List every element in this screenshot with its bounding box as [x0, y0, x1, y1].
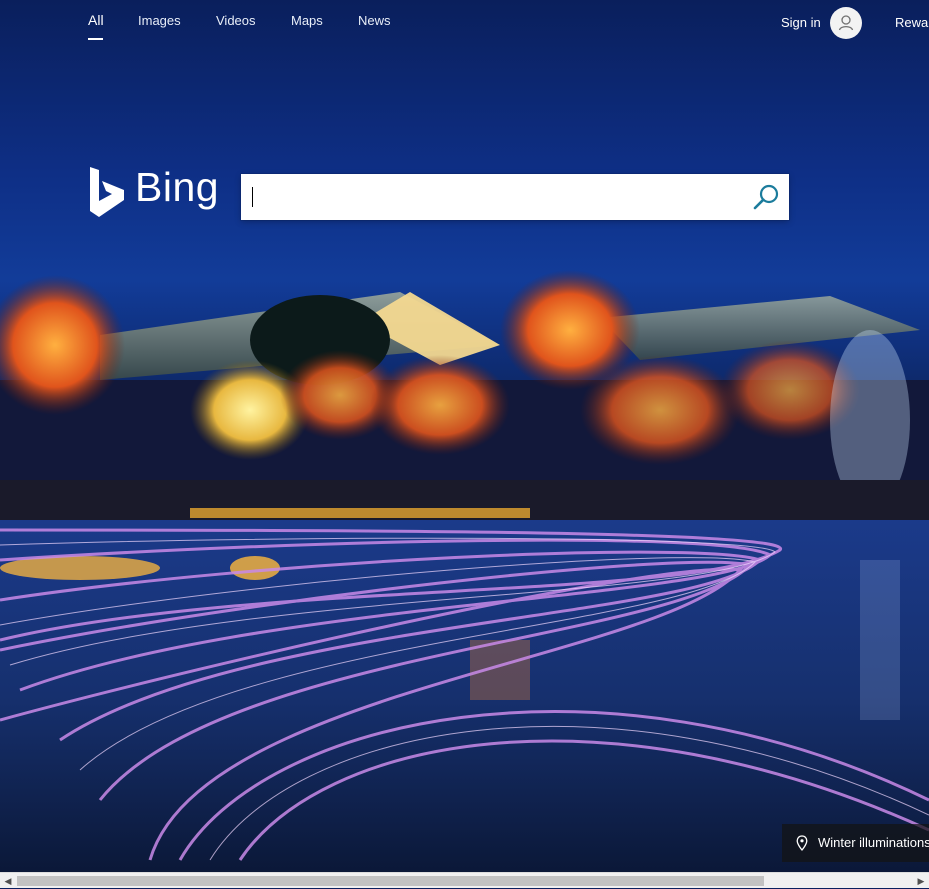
nav-tab-all[interactable]: All [88, 12, 104, 28]
rewards-link[interactable]: Rewards [895, 15, 929, 30]
search-input[interactable] [251, 182, 735, 214]
background-photo [0, 0, 929, 872]
location-pin-icon [796, 835, 808, 851]
nav-tab-videos[interactable]: Videos [216, 13, 256, 28]
background-scene-illustration [0, 270, 929, 872]
nav-tab-maps[interactable]: Maps [291, 13, 323, 28]
sign-in-link[interactable]: Sign in [781, 15, 821, 30]
bing-b-icon [90, 167, 124, 217]
top-navigation: All Images Videos Maps News Sign in Rewa… [0, 0, 929, 44]
horizontal-scrollbar[interactable]: ◀ ▶ [0, 872, 929, 888]
image-location-caption[interactable]: Winter illuminations [782, 824, 929, 862]
text-caret [252, 187, 253, 207]
nav-tab-news[interactable]: News [358, 13, 391, 28]
nav-tab-images[interactable]: Images [138, 13, 181, 28]
scroll-left-arrow[interactable]: ◀ [0, 873, 16, 889]
scroll-right-arrow[interactable]: ▶ [913, 873, 929, 889]
person-avatar-icon [838, 15, 854, 31]
scrollbar-thumb[interactable] [17, 876, 764, 886]
active-tab-underline [88, 38, 103, 40]
avatar-button[interactable] [830, 7, 862, 39]
caption-text: Winter illuminations [818, 835, 929, 850]
magnifier-icon [753, 184, 779, 210]
search-box [241, 174, 789, 220]
bing-wordmark: Bing [135, 164, 220, 210]
search-button[interactable] [751, 183, 781, 213]
